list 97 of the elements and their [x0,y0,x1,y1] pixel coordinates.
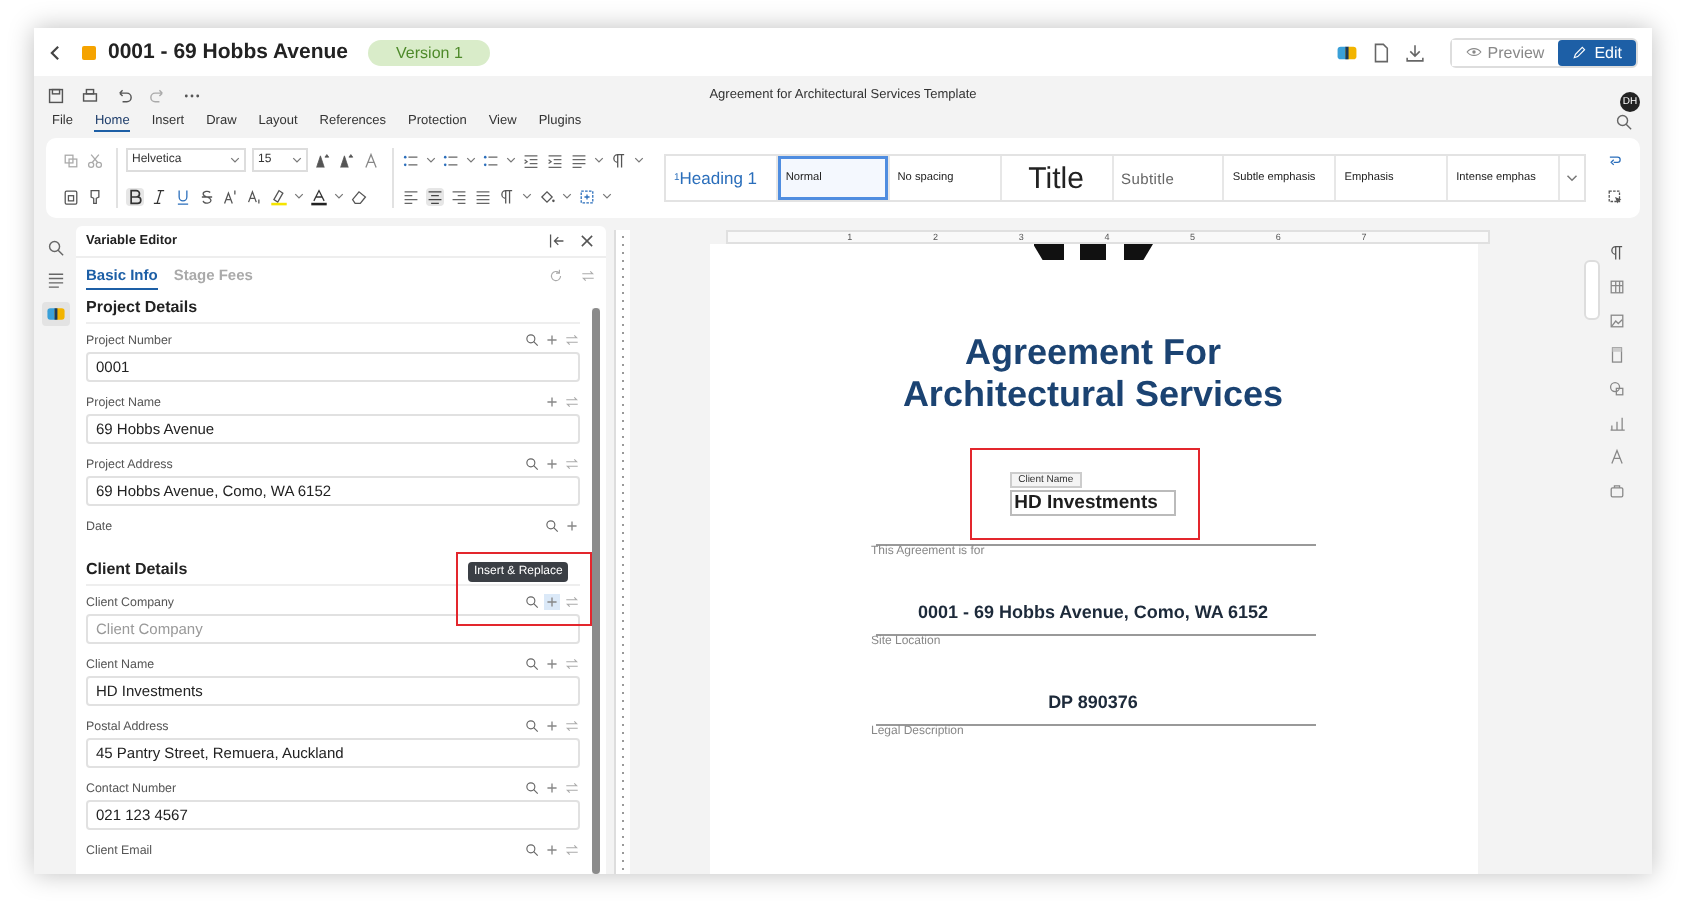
project-color-icon [82,45,96,59]
variables-icon [45,304,65,324]
refresh-icon[interactable] [548,268,564,284]
collapse-icon[interactable] [548,232,566,250]
scrollbar[interactable] [1584,260,1600,320]
increase-indent-icon[interactable] [546,151,564,169]
select-icon[interactable] [1606,187,1624,205]
search-icon[interactable] [45,238,65,258]
download-icon[interactable] [1403,41,1426,63]
section-heading: Project Details [86,290,580,324]
underline-icon[interactable] [174,187,192,205]
align-right-icon[interactable] [450,187,468,205]
project-title: 0001 - 69 Hobbs Avenue [108,40,349,64]
shading-icon[interactable] [538,187,556,205]
plus-icon[interactable] [544,456,560,472]
superscript-icon[interactable] [222,187,240,205]
italic-icon[interactable] [150,187,168,205]
search-icon[interactable] [544,518,560,534]
font-color-icon[interactable] [310,187,328,205]
version-badge: Version 1 [368,39,491,65]
caret-icon[interactable] [594,156,604,164]
decrease-indent-icon[interactable] [522,151,540,169]
bold-icon[interactable] [126,187,144,205]
plus-icon[interactable] [564,518,580,534]
variables-tab[interactable] [41,302,69,326]
format-painter-icon[interactable] [86,187,104,205]
search-icon[interactable] [524,780,540,796]
align-left-icon[interactable] [402,187,420,205]
strikethrough-icon[interactable] [198,187,216,205]
logo-drawing [1033,244,1153,260]
close-icon[interactable] [578,232,596,250]
caret-icon[interactable] [294,192,304,200]
search-icon[interactable] [524,842,540,858]
multilevel-list-icon[interactable] [482,151,500,169]
paragraph-icon[interactable] [1608,244,1626,262]
plus-icon[interactable] [544,394,560,410]
shapes-icon[interactable] [1608,380,1626,398]
numbered-list-icon[interactable] [442,151,460,169]
search-icon[interactable] [524,456,540,472]
document-heading: Agreement For Architectural Services [900,332,1286,416]
style-option[interactable]: Title [1001,156,1113,200]
pencil-icon [1572,44,1589,60]
search-icon[interactable] [524,656,540,672]
caret-icon[interactable] [426,156,436,164]
increase-font-icon[interactable] [314,151,332,169]
plus-icon[interactable] [544,332,560,348]
cut-icon[interactable] [86,151,104,169]
search-icon[interactable] [524,594,540,610]
undo-icon[interactable] [114,85,134,105]
table-icon[interactable] [1608,278,1626,296]
plus-icon[interactable] [544,780,560,796]
decrease-font-icon[interactable] [338,151,356,169]
plus-icon[interactable] [544,718,560,734]
plus-icon[interactable] [544,656,560,672]
align-center-icon[interactable] [426,187,444,205]
caret-icon[interactable] [506,156,516,164]
subscript-icon[interactable] [246,187,264,205]
search-icon[interactable] [524,718,540,734]
paste-icon[interactable] [62,187,80,205]
edit-button[interactable]: Edit [1558,39,1636,65]
paragraph-mark-icon[interactable] [498,187,516,205]
caret-icon [292,156,302,164]
caret-icon[interactable] [466,156,476,164]
change-case-icon[interactable] [362,151,380,169]
client-name-field[interactable]: HD Investments [1010,490,1176,516]
search-icon[interactable] [524,332,540,348]
print-icon[interactable] [80,85,100,105]
image-icon[interactable] [1608,312,1626,330]
header-footer-icon[interactable] [1608,346,1626,364]
caret-icon [230,156,240,164]
caret-icon[interactable] [334,192,344,200]
justify-icon[interactable] [474,187,492,205]
scrollbar[interactable] [592,308,600,874]
document-icon[interactable] [1369,41,1392,63]
search-icon[interactable] [1614,112,1634,132]
caret-icon[interactable] [602,192,612,200]
outline-icon[interactable] [45,270,65,290]
caret-icon[interactable] [634,156,644,164]
bullet-list-icon[interactable] [402,151,420,169]
plus-icon[interactable] [544,842,560,858]
clear-format-icon[interactable] [350,187,368,205]
eye-icon [1465,44,1482,60]
replace-icon[interactable] [1606,151,1624,169]
document-value: 0001 - 69 Hobbs Avenue, Como, WA 6152 [915,602,1271,622]
borders-icon[interactable] [578,187,596,205]
form-icon[interactable] [1608,482,1626,500]
chart-icon[interactable] [1608,414,1626,432]
line-spacing-icon[interactable] [570,151,588,169]
document-value: DP 890376 [1046,692,1140,712]
highlight-icon[interactable] [270,187,288,205]
caret-icon[interactable] [522,192,532,200]
caret-icon [1566,174,1578,182]
variables-icon[interactable] [1335,41,1358,63]
paragraph-icon[interactable] [610,151,628,169]
text-art-icon[interactable] [1608,448,1626,466]
save-icon[interactable] [46,85,66,105]
caret-icon[interactable] [562,192,572,200]
